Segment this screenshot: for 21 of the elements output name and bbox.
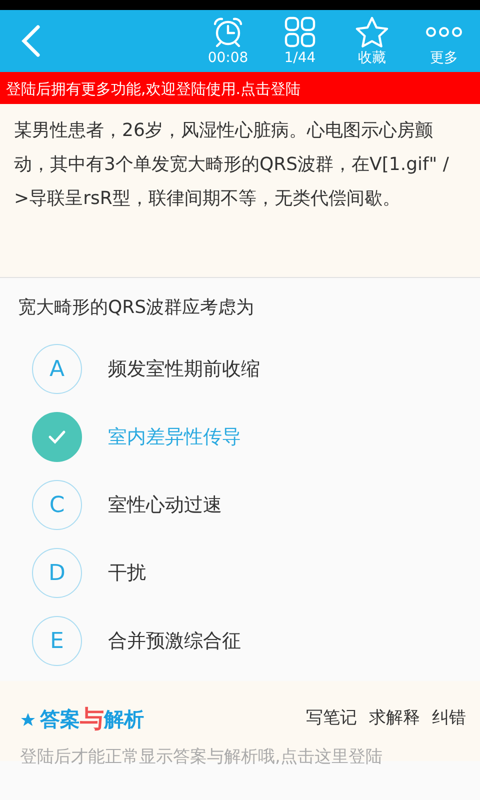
question-text: 宽大畸形的QRS波群应考虑为 bbox=[17, 296, 256, 320]
answer-option[interactable]: E 合并预激综合征 bbox=[0, 607, 480, 675]
answer-analysis-title: 答案与解析 bbox=[40, 704, 144, 735]
login-banner[interactable]: 登陆后拥有更多功能,欢迎登陆使用.点击登陆 bbox=[0, 72, 480, 104]
back-icon bbox=[20, 24, 42, 58]
answer-option[interactable]: A 频发室性期前收缩 bbox=[0, 335, 480, 403]
action-link[interactable]: 写笔记 bbox=[294, 706, 357, 732]
option-letter: C bbox=[32, 480, 82, 530]
option-letter: A bbox=[32, 344, 82, 394]
star-icon bbox=[355, 16, 389, 48]
case-description: 某男性患者，26岁，风湿性心脏病。心电图示心房颤动，其中有3个单发宽大畸形的QRS波群，在V[1.gif" />导联呈rsR型，联律间期不等，无类代偿间歇。 bbox=[14, 119, 450, 211]
answer-option[interactable]: D 干扰 bbox=[0, 539, 480, 607]
action-link[interactable]: 求解释 bbox=[357, 706, 420, 732]
answer-option[interactable]: C 室性心动过速 bbox=[0, 471, 480, 539]
more-icon bbox=[425, 26, 463, 38]
check-icon bbox=[32, 412, 82, 462]
action-link[interactable]: 纠错 bbox=[420, 706, 466, 732]
option-letter: E bbox=[32, 616, 82, 666]
option-letter: D bbox=[32, 548, 82, 598]
alarm-clock-icon bbox=[211, 16, 245, 48]
grid-icon bbox=[284, 16, 316, 48]
